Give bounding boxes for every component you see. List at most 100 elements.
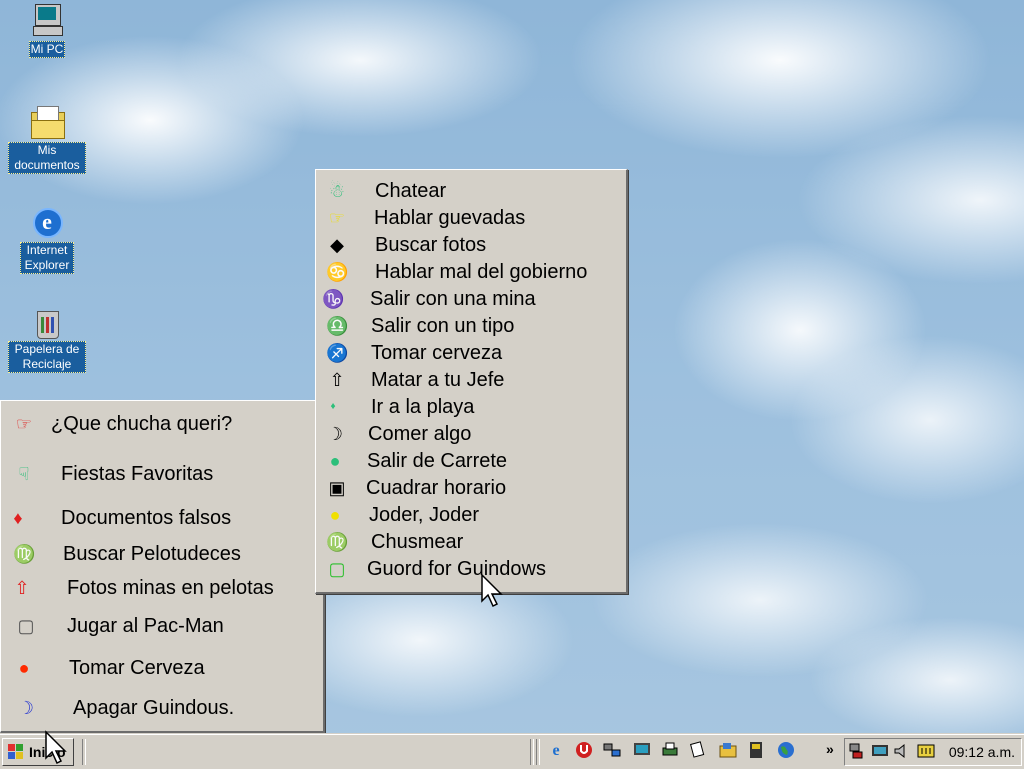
- menu-item-label: Jugar al Pac-Man: [67, 615, 224, 637]
- submenu-item[interactable]: ☃ Chatear: [316, 178, 626, 205]
- menu-item-label: Salir de Carrete: [367, 450, 508, 472]
- square-icon: ▢: [328, 559, 346, 579]
- submenu-item[interactable]: ♋ Hablar mal del gobierno: [316, 259, 626, 286]
- up-arrow-icon: ⇧: [14, 578, 30, 598]
- menu-item-label: Tomar cerveza: [371, 342, 503, 364]
- mouse-cursor-icon: [45, 730, 67, 765]
- menu-item-label: Hablar guevadas: [374, 207, 526, 229]
- up-arrow-icon: ⇧: [329, 370, 345, 390]
- windows-logo-icon: [8, 744, 24, 760]
- submenu-item[interactable]: ● Joder, Joder: [316, 502, 626, 529]
- media-icon[interactable]: [746, 741, 766, 761]
- menu-item-label: Documentos falsos: [61, 507, 232, 529]
- internet-explorer-icon: e: [29, 204, 65, 240]
- keyboard-icon[interactable]: [917, 742, 935, 760]
- square-icon: ▣: [328, 478, 346, 498]
- network-tray-icon[interactable]: [849, 742, 867, 760]
- desktop-icon-internet-explorer[interactable]: e Internet Explorer: [7, 204, 87, 274]
- clock[interactable]: 09:12 a.m.: [949, 743, 1015, 761]
- submenu-item[interactable]: ♦ Ir a la playa: [316, 394, 626, 421]
- pointing-hand-icon: ☞: [328, 208, 346, 228]
- menu-item-label: Fiestas Favoritas: [61, 463, 214, 485]
- folder-icon[interactable]: [718, 741, 738, 761]
- menu-item-label: Matar a tu Jefe: [371, 369, 505, 391]
- menu-item-label: Hablar mal del gobierno: [375, 261, 588, 283]
- mouse-cursor-icon: [481, 573, 503, 608]
- libra-icon: ♎: [326, 316, 349, 336]
- virgo-icon: ♍: [326, 532, 349, 552]
- desktop-icon-my-pc[interactable]: Mi PC: [7, 2, 87, 58]
- diamond-icon: ♦: [13, 508, 23, 528]
- menu-item-label: Chusmear: [371, 531, 464, 553]
- start-menu-item-que-chucha[interactable]: ☞ ¿Que chucha queri?: [1, 411, 323, 449]
- menu-item-label: Chatear: [375, 180, 447, 202]
- submenu-item[interactable]: ♍ Chusmear: [316, 529, 626, 556]
- menu-item-label: Tomar Cerveza: [69, 657, 205, 679]
- desktop-icon-recycle-bin[interactable]: Papelera de Reciclaje: [7, 303, 87, 373]
- submenu-item[interactable]: ☞ Hablar guevadas: [316, 205, 626, 232]
- moon-icon: ☽: [17, 698, 35, 718]
- submenu-item[interactable]: ◆ Buscar fotos: [316, 232, 626, 259]
- desktop-icon-label: Mis documentos: [8, 142, 86, 174]
- desktop-icon-label: Internet Explorer: [20, 242, 74, 274]
- start-menu-item-pacman[interactable]: ▢ Jugar al Pac-Man: [1, 613, 323, 651]
- submenu: ☃ Chatear ☞ Hablar guevadas ◆ Buscar fot…: [315, 169, 628, 594]
- start-menu-item-cerveza[interactable]: ● Tomar Cerveza: [1, 655, 323, 693]
- pointing-hand-icon: ☞: [15, 414, 33, 434]
- menu-item-label: Comer algo: [368, 423, 472, 445]
- monitor-icon[interactable]: [632, 741, 652, 761]
- circle-icon: ●: [329, 505, 341, 525]
- my-computer-icon: [29, 2, 65, 38]
- submenu-item[interactable]: ♐ Tomar cerveza: [316, 340, 626, 367]
- moon-icon: ☽: [326, 424, 344, 444]
- documents-icon[interactable]: [688, 741, 708, 761]
- square-icon: ▢: [17, 616, 35, 636]
- start-menu-item-pelotudeces[interactable]: ♍ Buscar Pelotudeces: [1, 541, 323, 579]
- antivirus-icon[interactable]: [574, 741, 594, 761]
- circle-icon: ●: [329, 451, 341, 471]
- quicklaunch-overflow-chevron[interactable]: »: [826, 741, 834, 757]
- taskbar-separator: [536, 739, 540, 765]
- cancer-icon: ♋: [326, 262, 349, 282]
- menu-item-label: Salir con una mina: [370, 288, 536, 310]
- start-menu-item-documentos[interactable]: ♦ Documentos falsos: [1, 505, 323, 543]
- menu-item-label: ¿Que chucha queri?: [51, 413, 233, 435]
- globe-icon[interactable]: [776, 741, 796, 761]
- my-documents-icon: [29, 104, 65, 140]
- submenu-item[interactable]: ☽ Comer algo: [316, 421, 626, 448]
- submenu-item[interactable]: ▣ Cuadrar horario: [316, 475, 626, 502]
- taskbar-separator: [82, 739, 86, 765]
- start-menu-item-fotos[interactable]: ⇧ Fotos minas en pelotas: [1, 575, 323, 613]
- start-menu: ☞ ¿Que chucha queri? ☟ Fiestas Favoritas…: [0, 400, 325, 733]
- submenu-item[interactable]: ▢ Guord for Guindows: [316, 556, 626, 583]
- menu-item-label: Cuadrar horario: [366, 477, 507, 499]
- submenu-item[interactable]: ♑ Salir con una mina: [316, 286, 626, 313]
- menu-item-label: Buscar fotos: [375, 234, 487, 256]
- desktop-icon-label: Mi PC: [28, 41, 66, 58]
- submenu-item[interactable]: ⇧ Matar a tu Jefe: [316, 367, 626, 394]
- bomb-icon: ☃: [328, 181, 346, 201]
- capricorn-icon: ♑: [322, 289, 345, 309]
- menu-item-label: Fotos minas en pelotas: [67, 577, 274, 599]
- submenu-item[interactable]: ♎ Salir con un tipo: [316, 313, 626, 340]
- taskbar-separator: [530, 739, 534, 765]
- system-tray: 09:12 a.m.: [844, 738, 1022, 766]
- menu-item-label: Apagar Guindous.: [73, 697, 235, 719]
- hand-down-icon: ☟: [18, 464, 30, 484]
- internet-explorer-icon[interactable]: e: [546, 741, 566, 761]
- submenu-item[interactable]: ● Salir de Carrete: [316, 448, 626, 475]
- desktop-icon-my-documents[interactable]: Mis documentos: [7, 104, 87, 174]
- menu-item-label: Joder, Joder: [369, 504, 480, 526]
- desktop-icon-label: Papelera de Reciclaje: [8, 341, 86, 373]
- start-menu-item-fiestas[interactable]: ☟ Fiestas Favoritas: [1, 461, 323, 499]
- volume-icon[interactable]: [893, 742, 911, 760]
- menu-item-label: Buscar Pelotudeces: [63, 543, 241, 565]
- printer-icon[interactable]: [660, 741, 680, 761]
- menu-item-label: Salir con un tipo: [371, 315, 515, 337]
- taskbar: Inicio e » 09:12 a.m.: [0, 734, 1024, 769]
- network-icon[interactable]: [602, 741, 622, 761]
- diamond-icon: ♦: [330, 401, 336, 412]
- display-tray-icon[interactable]: [871, 742, 889, 760]
- diamond-icon: ◆: [330, 235, 344, 255]
- start-menu-item-apagar[interactable]: ☽ Apagar Guindous.: [1, 695, 323, 733]
